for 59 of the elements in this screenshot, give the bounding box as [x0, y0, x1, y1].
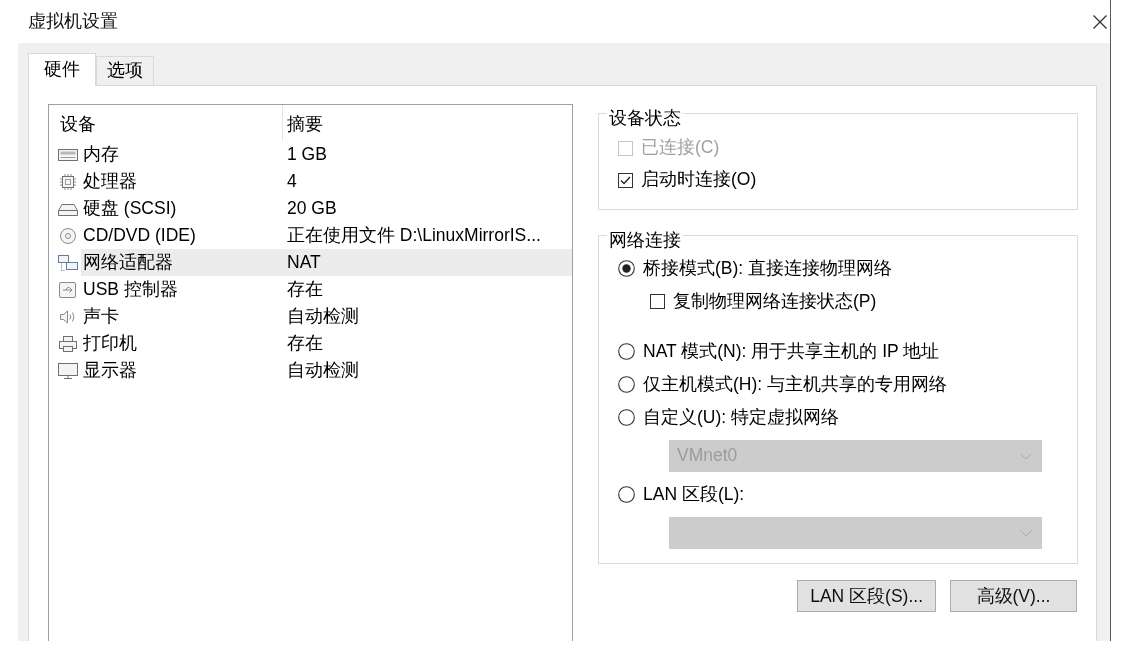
checkbox[interactable] — [618, 172, 633, 188]
device-list-item[interactable]: 网络适配器 NAT — [81, 249, 572, 276]
device-summary: 4 — [286, 170, 297, 193]
radio-label[interactable]: 仅主机模式(H): 与主机共享的专用网络 — [643, 373, 948, 396]
disc-icon — [57, 226, 79, 245]
device-summary: NAT — [286, 251, 321, 274]
radio-button[interactable] — [618, 376, 635, 393]
radio-label[interactable]: NAT 模式(N): 用于共享主机的 IP 地址 — [643, 340, 940, 363]
device-list-item[interactable]: 内存 1 GB — [81, 141, 572, 168]
device-name: 声卡 — [82, 305, 119, 328]
checkbox-label[interactable]: 复制物理网络连接状态(P) — [673, 290, 877, 313]
column-header: 摘要 — [287, 114, 323, 136]
device-summary: 正在使用文件 D:\LinuxMirrorIS... — [286, 224, 541, 247]
dialog-button[interactable]: LAN 区段(S)... — [797, 580, 936, 612]
device-summary: 存在 — [286, 278, 323, 301]
device-summary: 1 GB — [286, 143, 327, 166]
device-list-item[interactable]: 打印机 存在 — [81, 330, 572, 357]
device-summary: 自动检测 — [286, 305, 359, 328]
radio-button[interactable] — [618, 409, 635, 426]
dialog-button[interactable]: 高级(V)... — [950, 580, 1077, 612]
radio-button[interactable] — [618, 486, 635, 503]
device-name: 内存 — [82, 143, 119, 166]
device-name: 硬盘 (SCSI) — [82, 197, 177, 220]
tab[interactable]: 硬件 — [28, 53, 96, 86]
device-summary: 自动检测 — [286, 359, 359, 382]
radio-label[interactable]: 桥接模式(B): 直接连接物理网络 — [643, 257, 893, 280]
device-name: CD/DVD (IDE) — [82, 224, 196, 247]
window-title: 虚拟机设置 — [28, 10, 118, 33]
device-summary: 20 GB — [286, 197, 337, 220]
chevron-down-icon — [1020, 452, 1032, 460]
device-list-item[interactable]: 处理器 4 — [81, 168, 572, 195]
device-name: 网络适配器 — [82, 251, 173, 274]
printer-icon — [57, 334, 79, 353]
device-list-item[interactable]: USB 控制器 存在 — [81, 276, 572, 303]
tab[interactable]: 选项 — [96, 56, 154, 85]
usb-port-icon — [57, 280, 79, 299]
device-list-item[interactable]: CD/DVD (IDE) 正在使用文件 D:\LinuxMirrorIS... — [81, 222, 572, 249]
column-header: 设备 — [60, 114, 96, 136]
radio-label[interactable]: LAN 区段(L): — [643, 483, 745, 506]
cpu-chip-icon — [57, 172, 79, 191]
device-list-item[interactable]: 显示器 自动检测 — [81, 357, 572, 384]
device-name: 打印机 — [82, 332, 137, 355]
group-title: 网络连接 — [607, 231, 683, 249]
radio-button[interactable] — [618, 260, 635, 277]
checkbox-label[interactable]: 启动时连接(O) — [641, 169, 757, 191]
monitor-icon — [57, 361, 79, 380]
device-summary: 存在 — [286, 332, 323, 355]
networked-computers-icon — [57, 253, 79, 272]
chevron-down-icon — [1020, 529, 1032, 537]
radio-button[interactable] — [618, 343, 635, 360]
device-name: USB 控制器 — [82, 278, 178, 301]
device-list-item[interactable]: 硬盘 (SCSI) 20 GB — [81, 195, 572, 222]
checkbox[interactable] — [650, 294, 665, 309]
group-title: 设备状态 — [607, 109, 683, 127]
device-name: 处理器 — [82, 170, 137, 193]
device-name: 显示器 — [82, 359, 137, 382]
close-icon[interactable] — [1093, 14, 1107, 29]
device-list-item[interactable]: 声卡 自动检测 — [81, 303, 572, 330]
radio-label[interactable]: 自定义(U): 特定虚拟网络 — [643, 406, 840, 429]
